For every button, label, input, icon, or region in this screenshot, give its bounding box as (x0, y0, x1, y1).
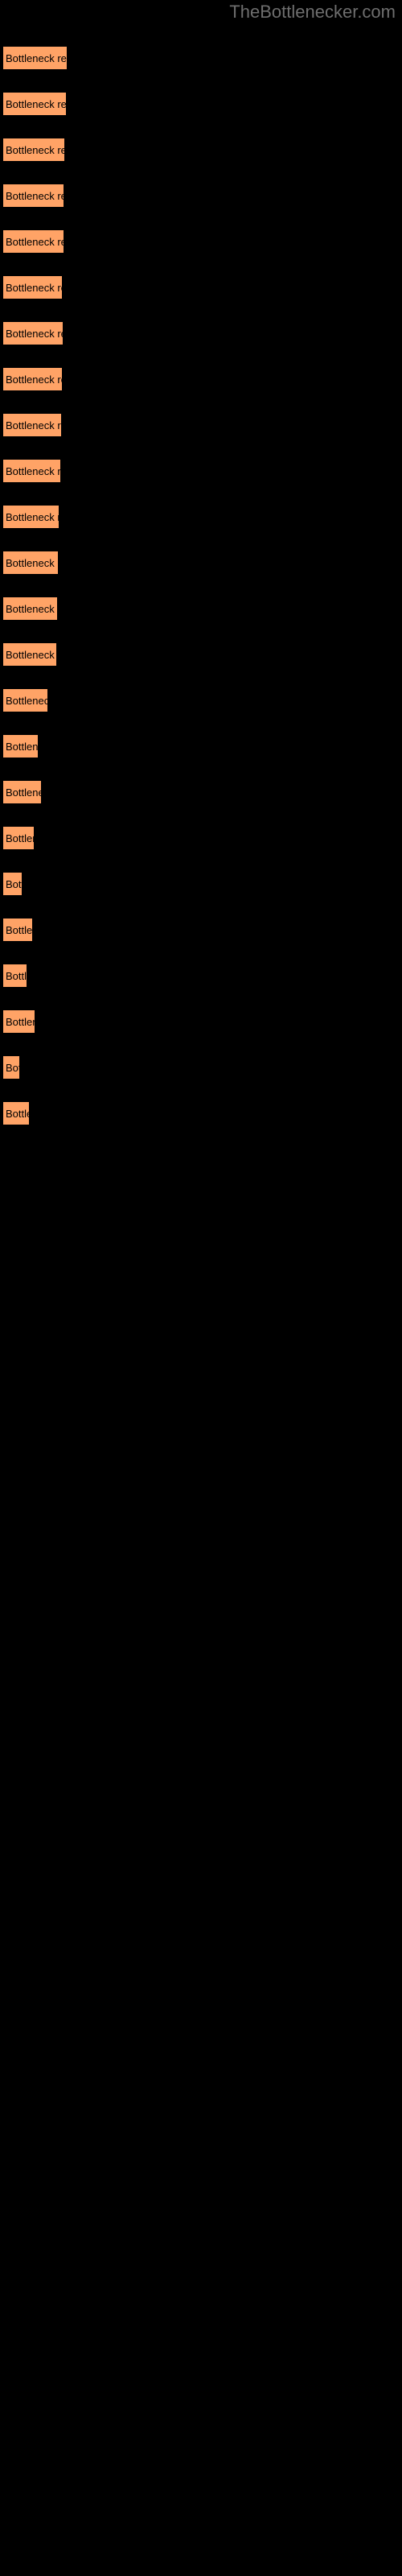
bar-row: Bottleneck result (2, 1055, 20, 1080)
bar-label: Bottleneck result (6, 143, 64, 156)
bar-label: Bottleneck result (6, 1061, 19, 1074)
bar[interactable]: Bottleneck result (2, 780, 42, 804)
bar[interactable]: Bottleneck result (2, 918, 33, 942)
bar[interactable]: Bottleneck result (2, 459, 61, 483)
bar-row: Bottleneck result (2, 826, 35, 850)
bar[interactable]: Bottleneck result (2, 413, 62, 437)
bar[interactable]: Bottleneck result (2, 688, 48, 712)
bar-row: Bottleneck result (2, 1009, 35, 1034)
bar-row: Bottleneck result (2, 551, 59, 575)
bar[interactable]: Bottleneck result (2, 734, 39, 758)
bar-row: Bottleneck result (2, 459, 61, 483)
bar-row: Bottleneck result (2, 46, 68, 70)
bar-label: Bottleneck result (6, 832, 34, 844)
bar-row: Bottleneck result (2, 505, 59, 529)
bar[interactable]: Bottleneck result (2, 1009, 35, 1034)
bar-label: Bottleneck result (6, 556, 58, 569)
bar-chart-bars-layer: Bottleneck result Bottleneck result Bottle… (0, 0, 402, 2576)
bar-label: Bottleneck result (6, 602, 57, 615)
bottleneck-chart-root: TheBottlenecker.com Bottleneck resultBot… (0, 0, 402, 2576)
bar-row: Bottleneck result (2, 367, 63, 391)
bar-label: Bottleneck result (6, 464, 61, 477)
bar-row: Bottleneck result (2, 321, 64, 345)
bar-label: Bottleneck result (6, 969, 27, 982)
bar-row: Bottleneck result (2, 138, 65, 162)
bar[interactable]: Bottleneck result (2, 826, 35, 850)
bar[interactable]: Bottleneck result (2, 92, 67, 116)
bar[interactable]: Bottleneck result (2, 229, 64, 254)
bar[interactable]: Bottleneck result (2, 1101, 30, 1125)
bar-row: Bottleneck result (2, 229, 64, 254)
bar[interactable]: Bottleneck result (2, 184, 64, 208)
bar[interactable]: Bottleneck result (2, 964, 27, 988)
bar-label: Bottleneck result (6, 786, 41, 799)
bar[interactable]: Bottleneck result (2, 1055, 20, 1080)
bar-label: Bottleneck result (6, 648, 56, 661)
bar-label: Bottleneck result (6, 281, 62, 294)
bar-row: Bottleneck result (2, 597, 58, 621)
bar-row: Bottleneck result (2, 275, 63, 299)
bar-label: Bottleneck result (6, 1107, 29, 1120)
bar[interactable]: Bottleneck result (2, 367, 63, 391)
bar[interactable]: Bottleneck result (2, 872, 23, 896)
bar-row: Bottleneck result (2, 184, 64, 208)
bar-row: Bottleneck result (2, 918, 33, 942)
bar-label: Bottleneck result (6, 923, 33, 936)
bar-row: Bottleneck result (2, 92, 67, 116)
bar-row: Bottleneck result (2, 780, 42, 804)
bar[interactable]: Bottleneck result (2, 46, 68, 70)
bar[interactable]: Bottleneck result (2, 551, 59, 575)
bar[interactable]: Bottleneck result (2, 597, 58, 621)
bar-row: Bottleneck result (2, 642, 57, 667)
bar-label: Bottleneck result (6, 877, 22, 890)
bar[interactable]: Bottleneck result (2, 275, 63, 299)
bar-label: Bottleneck result (6, 1015, 35, 1028)
bar-label: Bottleneck result (6, 694, 47, 707)
bar[interactable]: Bottleneck result (2, 505, 59, 529)
bar-label: Bottleneck result (6, 52, 67, 64)
bar-label: Bottleneck result (6, 327, 63, 340)
bar[interactable]: Bottleneck result (2, 642, 57, 667)
bar[interactable]: Bottleneck result (2, 321, 64, 345)
bar-row: Bottleneck result (2, 688, 48, 712)
bar-label: Bottleneck result (6, 97, 67, 110)
bar-row: Bottleneck result (2, 964, 27, 988)
bar-label: Bottleneck result (6, 510, 59, 523)
bar-row: Bottleneck result (2, 1101, 30, 1125)
bar-label: Bottleneck result (6, 419, 61, 431)
bar-row: Bottleneck result (2, 734, 39, 758)
bar-row: Bottleneck result (2, 872, 23, 896)
bar-label: Bottleneck result (6, 189, 64, 202)
bar-label: Bottleneck result (6, 740, 39, 753)
bar-label: Bottleneck result (6, 373, 62, 386)
bar-label: Bottleneck result (6, 235, 64, 248)
bar-row: Bottleneck result (2, 413, 62, 437)
bar[interactable]: Bottleneck result (2, 138, 65, 162)
